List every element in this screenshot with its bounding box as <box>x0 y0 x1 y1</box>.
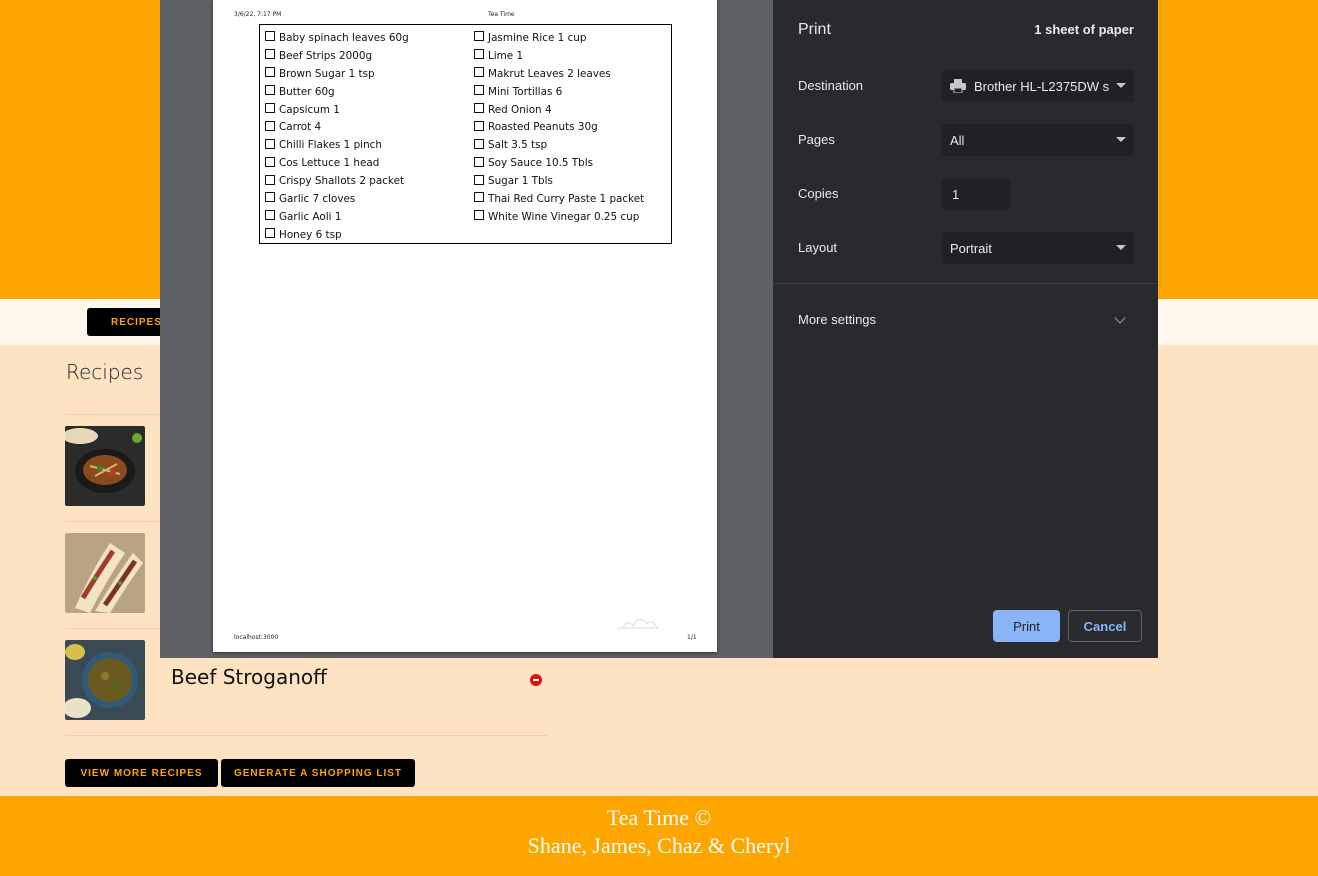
list-item: Butter 60g <box>265 83 409 101</box>
list-item: Chilli Flakes 1 pinch <box>265 136 409 154</box>
pages-select[interactable]: All <box>942 124 1134 156</box>
dropdown-arrow-icon <box>1116 83 1126 88</box>
remove-recipe-icon[interactable] <box>530 674 542 686</box>
shopping-list-left-column: Baby spinach leaves 60g Beef Strips 2000… <box>265 29 409 244</box>
list-item: Garlic Aoli 1 <box>265 208 409 226</box>
sheet-header-date: 3/6/22, 7:17 PM <box>234 11 282 18</box>
layout-value: Portrait <box>950 241 992 256</box>
footer-title: Tea Time © <box>606 805 712 830</box>
copies-label: Copies <box>798 186 839 201</box>
list-item: Sugar 1 Tbls <box>474 172 644 190</box>
list-item: Brown Sugar 1 tsp <box>265 65 409 83</box>
checkbox <box>474 31 484 42</box>
list-item: Roasted Peanuts 30g <box>474 118 644 136</box>
checkbox <box>265 138 275 149</box>
sheet-footer-url: localhost:3000 <box>234 634 279 641</box>
checkbox <box>265 103 275 113</box>
destination-select[interactable]: Brother HL-L2375DW s <box>942 70 1134 102</box>
recipe-name[interactable]: Beef Stroganoff <box>171 665 327 689</box>
checkbox <box>474 85 484 96</box>
recipes-heading: Recipes <box>66 360 144 384</box>
shopping-list: Baby spinach leaves 60g Beef Strips 2000… <box>259 24 672 244</box>
list-item: Baby spinach leaves 60g <box>265 29 409 47</box>
list-item: Capsicum 1 <box>265 101 409 119</box>
generate-shopping-list-button[interactable]: GENERATE A SHOPPING LIST <box>221 759 415 787</box>
more-settings-toggle[interactable]: More settings <box>798 312 876 327</box>
list-item: Jasmine Rice 1 cup <box>474 29 644 47</box>
checkbox <box>474 192 484 203</box>
list-item: Soy Sauce 10.5 Tbls <box>474 154 644 172</box>
checkbox <box>474 67 484 78</box>
preview-sheet: 3/6/22, 7:17 PM Tea Time Baby spinach le… <box>213 0 717 652</box>
list-item: Garlic 7 cloves <box>265 190 409 208</box>
pages-value: All <box>950 133 965 148</box>
footer: Tea Time © Shane, James, Chaz & Cheryl <box>0 796 1318 876</box>
checkbox <box>474 210 484 221</box>
dropdown-arrow-icon <box>1116 245 1126 250</box>
checkbox <box>265 85 275 96</box>
layout-select[interactable]: Portrait <box>942 232 1134 264</box>
list-item: Beef Strips 2000g <box>265 47 409 65</box>
view-more-recipes-button[interactable]: VIEW MORE RECIPES <box>65 759 218 787</box>
checkbox <box>265 120 275 131</box>
checkbox <box>265 174 275 185</box>
watermark-logo-icon <box>617 619 659 629</box>
tacos-thumb[interactable] <box>65 533 145 613</box>
chevron-down-icon[interactable] <box>1114 312 1126 324</box>
checkbox <box>265 192 275 203</box>
checkbox <box>265 228 275 239</box>
divider <box>773 283 1158 284</box>
sheet-header-title: Tea Time <box>488 11 515 18</box>
list-item: Crispy Shallots 2 packet <box>265 172 409 190</box>
checkbox <box>474 49 484 60</box>
checkbox <box>474 103 484 113</box>
print-dialog-title: Print <box>798 21 831 38</box>
print-settings-panel: Print 1 sheet of paper Destination Broth… <box>773 0 1158 658</box>
sheet-count: 1 sheet of paper <box>1034 22 1134 37</box>
sheet-footer-page: 1/1 <box>687 634 697 641</box>
copies-input[interactable]: 1 <box>942 178 1010 210</box>
list-item: Salt 3.5 tsp <box>474 136 644 154</box>
stir-fry-thumb[interactable] <box>65 426 145 506</box>
destination-label: Destination <box>798 78 864 93</box>
list-item: White Wine Vinegar 0.25 cup <box>474 208 644 226</box>
checkbox <box>265 210 275 221</box>
shopping-list-right-column: Jasmine Rice 1 cup Lime 1 Makrut Leaves … <box>474 29 644 226</box>
list-item: Thai Red Curry Paste 1 packet <box>474 190 644 208</box>
checkbox <box>265 31 275 42</box>
footer-credits: Shane, James, Chaz & Cheryl <box>527 833 791 858</box>
list-item: Carrot 4 <box>265 118 409 136</box>
checkbox <box>265 49 275 60</box>
list-item: Honey 6 tsp <box>265 226 409 244</box>
list-item: Lime 1 <box>474 47 644 65</box>
destination-value: Brother HL-L2375DW s <box>974 79 1110 94</box>
list-item: Mini Tortillas 6 <box>474 83 644 101</box>
checkbox <box>474 138 484 149</box>
cancel-button[interactable]: Cancel <box>1068 610 1142 642</box>
checkbox <box>474 156 484 167</box>
stroganoff-thumb[interactable] <box>65 640 145 720</box>
layout-label: Layout <box>798 240 838 255</box>
printer-icon <box>950 79 966 93</box>
checkbox <box>474 174 484 185</box>
checkbox <box>265 67 275 78</box>
pages-label: Pages <box>798 132 835 147</box>
dropdown-arrow-icon <box>1116 137 1126 142</box>
checkbox <box>474 120 484 131</box>
checkbox <box>265 156 275 167</box>
list-item: Red Onion 4 <box>474 101 644 119</box>
print-button[interactable]: Print <box>993 610 1060 642</box>
list-item: Makrut Leaves 2 leaves <box>474 65 644 83</box>
list-item: Cos Lettuce 1 head <box>265 154 409 172</box>
